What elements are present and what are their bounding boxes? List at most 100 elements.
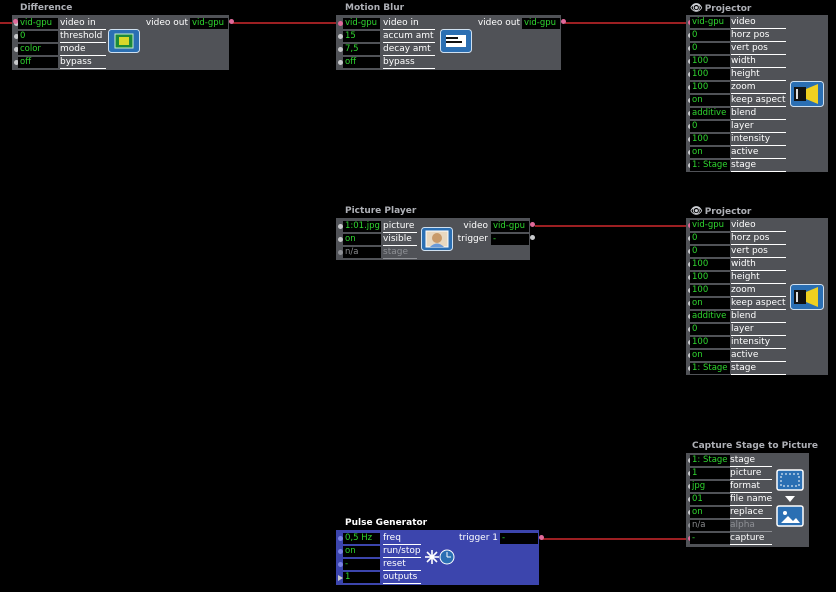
eye-icon[interactable]: 👁 — [690, 206, 703, 217]
input-label: vert pos — [731, 246, 786, 258]
value-field[interactable]: 0 — [690, 246, 730, 257]
value-field[interactable]: on — [690, 507, 730, 518]
output-label: video out — [477, 18, 520, 28]
input-label: intensity — [731, 134, 786, 146]
value-field[interactable]: 0 — [690, 233, 730, 244]
value-field[interactable]: - — [690, 533, 730, 544]
value-field[interactable]: 0,5 Hz — [343, 533, 380, 544]
value-field[interactable]: 100 — [690, 272, 730, 283]
output-label: trigger — [457, 234, 488, 244]
output-value[interactable]: vid-gpu — [522, 18, 560, 29]
input-label: stage — [731, 363, 786, 375]
input-label: keep aspect — [731, 298, 786, 310]
value-field[interactable]: 0 — [690, 43, 730, 54]
projector-icon — [790, 284, 824, 310]
input-label: video — [731, 17, 786, 29]
input-label: height — [731, 69, 786, 81]
actor-projector[interactable]: vid-gpu video 0 horz pos 0 vert pos 100 width 10… — [686, 15, 828, 172]
wire-difference-to-motion-blur[interactable] — [232, 22, 338, 24]
value-field[interactable]: 100 — [690, 82, 730, 93]
value-field[interactable]: off — [343, 57, 380, 68]
output-value[interactable]: - — [491, 234, 529, 245]
input-label: picture — [383, 221, 417, 233]
actor-difference[interactable]: vid-gpu video in video out vid-gpu 0 thr… — [12, 15, 229, 70]
value-field[interactable]: off — [18, 57, 58, 68]
value-field[interactable]: 1:01.jpg — [343, 221, 381, 232]
value-field[interactable]: 1: Stage — [690, 160, 730, 171]
input-label: keep aspect — [731, 95, 786, 107]
value-field[interactable]: color — [18, 44, 58, 55]
input-label: mode — [60, 44, 106, 56]
output-value[interactable]: vid-gpu — [491, 221, 529, 232]
actor-pulse-generator[interactable]: 0,5 Hz freq trigger 1 - on run/stop - re… — [336, 530, 539, 585]
value-field[interactable]: vid-gpu — [690, 17, 730, 28]
output-port[interactable] — [530, 235, 535, 240]
input-label: decay amt — [383, 44, 435, 56]
input-label: file name — [730, 494, 773, 506]
output-port[interactable] — [561, 19, 566, 24]
value-field[interactable]: on — [690, 350, 730, 361]
value-field[interactable]: vid-gpu — [343, 18, 380, 29]
value-field[interactable]: 0 — [690, 121, 730, 132]
actor-title-picture-player: Picture Player — [345, 206, 417, 216]
value-field[interactable]: on — [690, 95, 730, 106]
value-field[interactable]: 0 — [690, 324, 730, 335]
input-label: horz pos — [731, 30, 786, 42]
value-field[interactable]: additive — [690, 311, 730, 322]
input-label: bypass — [60, 57, 106, 69]
input-port-wire[interactable] — [13, 19, 18, 24]
value-field[interactable]: 100 — [690, 259, 730, 270]
value-field[interactable]: 1: Stage — [690, 363, 730, 374]
output-port[interactable] — [539, 535, 544, 540]
value-field[interactable]: on — [690, 298, 730, 309]
input-label: video in — [383, 18, 435, 30]
value-field[interactable]: 100 — [690, 134, 730, 145]
value-field[interactable]: 100 — [690, 337, 730, 348]
output-port[interactable] — [229, 19, 234, 24]
value-field[interactable]: - — [343, 559, 380, 570]
value-field[interactable]: 0 — [18, 31, 58, 42]
value-field[interactable]: jpg — [690, 481, 730, 492]
picture-icon — [421, 227, 453, 251]
actor-title-capture: Capture Stage to Picture — [692, 441, 818, 451]
wire-picture-player-to-projector[interactable] — [535, 225, 686, 227]
value-field[interactable]: 100 — [690, 69, 730, 80]
wire-pulse-to-capture[interactable] — [541, 538, 686, 540]
input-label: zoom — [731, 82, 786, 94]
value-field[interactable]: 1 — [690, 468, 730, 479]
value-field[interactable]: 1: Stage — [690, 455, 730, 466]
value-field[interactable]: additive — [690, 108, 730, 119]
value-field[interactable]: on — [343, 234, 381, 245]
actor-title-projector: 👁 Projector — [690, 206, 752, 217]
input-label: layer — [731, 324, 786, 336]
value-field[interactable]: vid-gpu — [690, 220, 730, 231]
value-field[interactable]: vid-gpu — [18, 18, 58, 29]
actor-capture-stage-to-picture[interactable]: 1: Stage stage 1 picture jpg format 01 file nam… — [686, 453, 809, 547]
output-port[interactable] — [530, 222, 535, 227]
input-label: height — [731, 272, 786, 284]
capture-icon — [776, 469, 804, 527]
value-field[interactable]: 01 — [690, 494, 730, 505]
value-field[interactable]: 0 — [690, 30, 730, 41]
value-field[interactable]: 100 — [690, 56, 730, 67]
output-value[interactable]: - — [500, 533, 538, 544]
eye-icon[interactable]: 👁 — [690, 3, 703, 14]
value-field[interactable]: 15 — [343, 31, 380, 42]
actor-picture-player[interactable]: 1:01.jpg picture video vid-gpu on visibl… — [336, 218, 530, 260]
wire-motion-blur-to-projector[interactable] — [565, 22, 686, 24]
input-label: visible — [383, 234, 417, 246]
value-field[interactable]: 1 — [343, 572, 380, 583]
value-field[interactable]: n/a — [690, 520, 730, 531]
input-label: run/stop — [383, 546, 421, 558]
input-label: horz pos — [731, 233, 786, 245]
output-value[interactable]: vid-gpu — [190, 18, 228, 29]
input-label: video — [731, 220, 786, 232]
value-field[interactable]: on — [690, 147, 730, 158]
projector-icon — [790, 81, 824, 107]
value-field[interactable]: on — [343, 546, 380, 557]
value-field[interactable]: 100 — [690, 285, 730, 296]
value-field[interactable]: 7,5 — [343, 44, 380, 55]
value-field[interactable]: n/a — [343, 247, 381, 258]
actor-projector[interactable]: vid-gpu video 0 horz pos 0 vert pos 100 width 10… — [686, 218, 828, 375]
actor-motion-blur[interactable]: vid-gpu video in video out vid-gpu 15 ac… — [336, 15, 561, 70]
